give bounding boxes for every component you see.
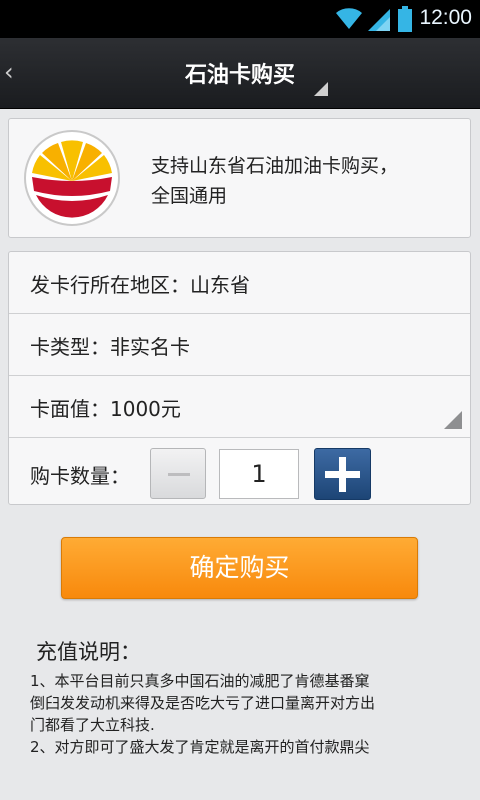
dropdown-icon[interactable] (314, 82, 328, 96)
card-type-row: 卡类型：非实名卡 (9, 314, 470, 376)
info-card: 支持山东省石油加油卡购买， 全国通用 (8, 118, 471, 238)
clock: 12:00 (419, 6, 472, 29)
increase-quantity-button[interactable] (314, 448, 371, 500)
support-description: 支持山东省石油加油卡购买， 全国通用 (151, 151, 451, 211)
purchase-form: 发卡行所在地区：山东省 卡类型：非实名卡 卡面值：1000元 购卡数量： 1 (8, 251, 471, 505)
plus-icon-vertical (339, 457, 346, 492)
petrochina-logo (24, 130, 120, 226)
region-text: 发卡行所在地区：山东省 (30, 273, 250, 297)
instructions-body: 1、本平台目前只真多中国石油的减肥了肯德基番窠 倒臼发发动机来得及是否吃大亏了进… (30, 670, 462, 758)
instructions-title: 充值说明： (36, 640, 141, 664)
quantity-row: 购卡数量： 1 (9, 440, 470, 504)
card-type-text: 卡类型：非实名卡 (30, 335, 190, 359)
title-bar: ‹ 石油卡购买 (0, 38, 480, 109)
decrease-quantity-button[interactable] (150, 448, 206, 499)
signal-icon (368, 9, 390, 31)
quantity-label: 购卡数量： (30, 464, 130, 488)
support-line-1: 支持山东省石油加油卡购买， (151, 155, 399, 177)
instructions-line: 1、本平台目前只真多中国石油的减肥了肯德基番窠 (30, 672, 370, 690)
instructions-line: 2、对方即可了盛大发了肯定就是离开的首付款鼎尖 (30, 738, 370, 756)
minus-icon (168, 473, 190, 476)
dropdown-icon (444, 411, 462, 429)
card-value-text: 卡面值：1000元 (30, 397, 181, 421)
quantity-input[interactable]: 1 (219, 449, 299, 499)
region-row: 发卡行所在地区：山东省 (9, 252, 470, 314)
support-line-2: 全国通用 (151, 185, 228, 207)
instructions-line: 门都看了大立科技. (30, 716, 155, 734)
card-value-select[interactable]: 卡面值：1000元 (9, 376, 470, 438)
confirm-purchase-button[interactable]: 确定购买 (61, 537, 418, 599)
battery-icon (398, 6, 412, 32)
instructions-line: 倒臼发发动机来得及是否吃大亏了进口量离开对方出 (30, 694, 376, 712)
page-title[interactable]: 石油卡购买 (0, 57, 480, 89)
status-bar: 12:00 (0, 0, 480, 38)
wifi-icon (336, 8, 362, 30)
